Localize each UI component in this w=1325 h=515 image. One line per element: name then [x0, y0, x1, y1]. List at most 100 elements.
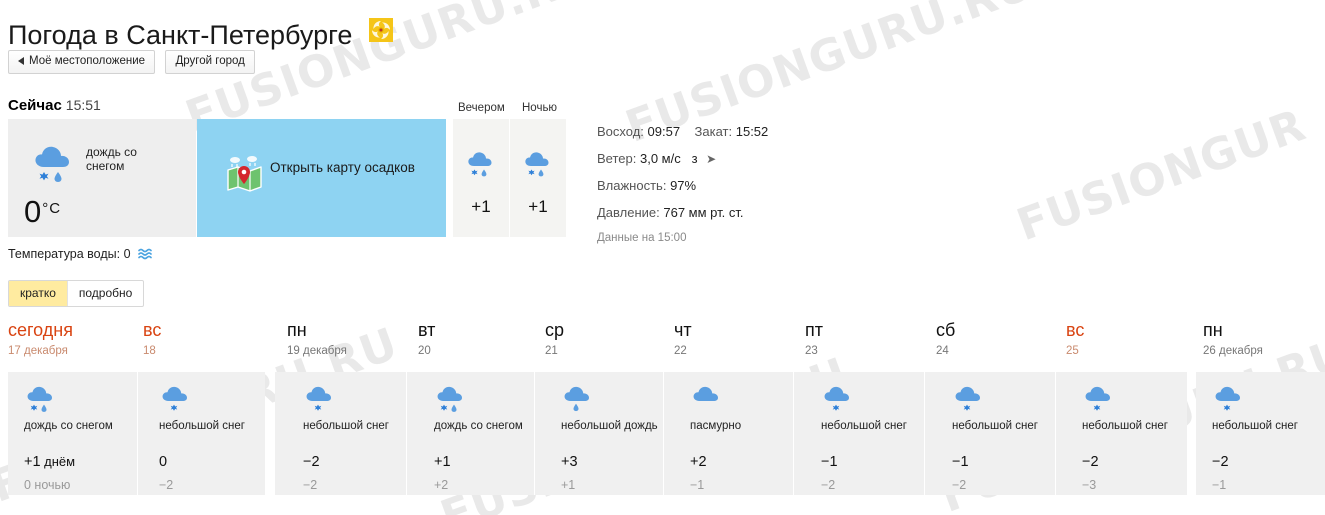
precipitation-map-label: Открыть карту осадков: [270, 160, 415, 175]
forecast-night-temp-value: −2: [952, 478, 967, 492]
forecast-card[interactable]: небольшой снег 0 −2: [143, 372, 265, 495]
cloud-sleet-icon: [434, 384, 470, 422]
forecast-card[interactable]: дождь со снегом +1 днём 0 ночью: [8, 372, 137, 495]
forecast-day-temp: −1: [821, 454, 838, 470]
forecast-condition: пасмурно: [690, 420, 742, 432]
forecast-condition: небольшой снег: [1082, 420, 1168, 432]
forecast-view-tabs: кратко подробно: [8, 280, 145, 307]
precipitation-map-link[interactable]: Открыть карту осадков: [197, 119, 446, 237]
forecast-divider: [534, 372, 535, 495]
sun-times-row: Восход: 09:57 Закат: 15:52: [597, 124, 768, 139]
forecast-day-temp-value: +2: [690, 454, 707, 470]
page-title: Погода в Санкт-Петербурге: [8, 18, 393, 52]
tab-brief[interactable]: кратко: [9, 281, 67, 306]
other-city-button[interactable]: Другой город: [165, 50, 255, 74]
pressure-row: Давление: 767 мм рт. ст.: [597, 205, 768, 220]
forecast-condition: небольшой снег: [952, 420, 1038, 432]
water-temperature: Температура воды: 0: [8, 245, 154, 261]
forecast-dow: вс: [1066, 320, 1085, 340]
forecast-divider: [793, 372, 794, 495]
forecast-card[interactable]: дождь со снегом +1 +2: [418, 372, 534, 495]
forecast-condition: небольшой снег: [1212, 420, 1298, 432]
current-condition: дождь со снегом: [86, 145, 137, 173]
current-temperature-unit: °C: [42, 199, 62, 217]
forecast-date: 17 декабря: [8, 345, 68, 357]
forecast-dow: сегодня: [8, 320, 73, 340]
forecast-card[interactable]: небольшой дождь +3 +1: [545, 372, 663, 495]
forecast-day-header: сб 24: [936, 320, 955, 357]
other-city-label: Другой город: [175, 55, 245, 67]
period-label-night: Ночью: [522, 102, 558, 114]
period-label-evening: Вечером: [458, 102, 505, 114]
tab-detailed[interactable]: подробно: [66, 281, 143, 306]
forecast-night-temp-value: −2: [303, 478, 318, 492]
forecast-night-temp-value: +1: [561, 478, 576, 492]
water-temperature-value: 0: [123, 247, 131, 261]
forecast-day-temp: −2: [303, 454, 320, 470]
forecast-dow: ср: [545, 320, 565, 340]
cloud-rain-icon: [561, 384, 597, 422]
my-location-button[interactable]: Моё местоположение: [8, 50, 156, 74]
forecast-card[interactable]: небольшой снег −2 −2: [287, 372, 406, 495]
cloud-snow-icon: [159, 384, 195, 422]
data-updated: Данные на 15:00: [597, 232, 687, 244]
forecast-card[interactable]: небольшой снег −1 −2: [936, 372, 1055, 495]
forecast-date: 19 декабря: [287, 345, 347, 357]
forecast-card[interactable]: небольшой снег −2 −3: [1066, 372, 1187, 495]
weather-details: Восход: 09:57 Закат: 15:52 Ветер: 3,0 м/…: [597, 124, 768, 256]
forecast-card[interactable]: небольшой снег −2 −1: [1196, 372, 1325, 495]
forecast-condition: небольшой снег: [821, 420, 907, 432]
forecast-day-headers: сегодня 17 декабря вс 18 пн 19 декабря в…: [0, 320, 1325, 372]
period-temperature: +1: [471, 197, 491, 216]
forecast-day-temp-value: −1: [821, 454, 838, 470]
period-card-night: +1: [510, 119, 566, 237]
wind-label: Ветер:: [597, 151, 637, 166]
forecast-day-temp-value: −2: [1212, 454, 1229, 470]
sunset-label: Закат:: [694, 124, 733, 139]
forecast-day-temp: 0: [159, 454, 167, 470]
cloud-sleet-icon: [24, 384, 60, 422]
forecast-day-temp-value: +3: [561, 454, 578, 470]
forecast-night-temp: −1: [1212, 478, 1226, 492]
cloud-snow-icon: [821, 384, 857, 422]
map-pin-icon: [224, 152, 266, 199]
forecast-day-temp: +1 днём: [24, 454, 75, 470]
forecast-divider: [924, 372, 925, 495]
cloud-sleet-icon: [522, 149, 556, 185]
water-temperature-label: Температура воды:: [8, 247, 121, 261]
sunrise-label: Восход:: [597, 124, 644, 139]
wave-icon: [138, 248, 154, 263]
forecast-day-header: чт 22: [674, 320, 692, 357]
forecast-dow: пн: [1203, 320, 1223, 340]
forecast-card[interactable]: небольшой снег −1 −2: [805, 372, 924, 495]
forecast-date: 20: [418, 345, 431, 357]
sunrise-value: 09:57: [647, 124, 681, 139]
forecast-night-temp: +1: [561, 478, 575, 492]
forecast-dow: пт: [805, 320, 823, 340]
forecast-day-temp: −2: [1082, 454, 1099, 470]
forecast-card[interactable]: пасмурно +2 −1: [674, 372, 793, 495]
forecast-day-header: пн 19 декабря: [287, 320, 347, 357]
pressure-value: 767 мм рт. ст.: [663, 205, 744, 220]
forecast-dow: вс: [143, 320, 162, 340]
forecast-day-header: вс 25: [1066, 320, 1084, 357]
forecast-date: 26 декабря: [1203, 345, 1263, 357]
forecast-dow: чт: [674, 320, 692, 340]
watermark: FUSIONGUR: [1010, 99, 1313, 252]
forecast-night-temp: 0 ночью: [24, 478, 70, 492]
forecast-night-temp-value: −3: [1082, 478, 1097, 492]
forecast-day-header: вт 20: [418, 320, 435, 357]
forecast-divider: [406, 372, 407, 495]
cloud-icon: [690, 384, 726, 422]
forecast-condition: дождь со снегом: [24, 420, 113, 432]
cloud-snow-icon: [952, 384, 988, 422]
yandex-logo-icon: [368, 18, 393, 49]
forecast-condition: небольшой снег: [303, 420, 389, 432]
forecast-day-header: вс 18: [143, 320, 161, 357]
forecast-day-temp: +2: [690, 454, 707, 470]
current-temperature-value: 0: [24, 194, 43, 229]
weather-page: FUSIONGURU.RU FUSIONGURU.RU FUSIONGUR FU…: [0, 0, 1325, 515]
forecast-night-temp-suffix: ночью: [30, 478, 71, 492]
cloud-sleet-icon: [465, 149, 499, 185]
now-label: Сейчас: [8, 97, 62, 114]
